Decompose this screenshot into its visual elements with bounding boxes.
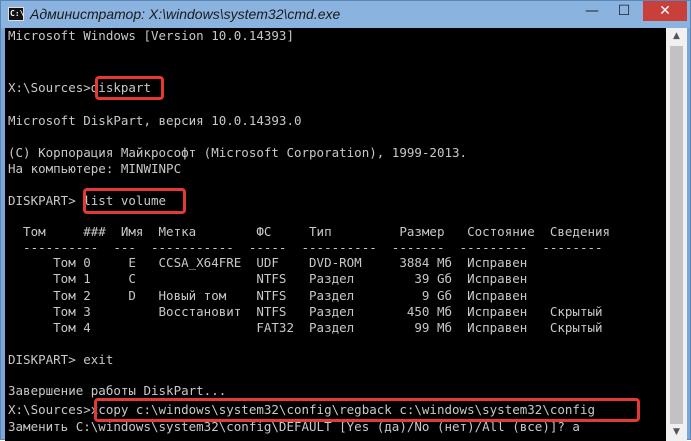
console-line: Завершение работы DiskPart... [8,383,227,398]
scroll-down-arrow-icon[interactable]: ▼ [666,424,687,441]
minimize-button[interactable]: — [577,1,607,21]
table-row: Том 3 Восстановит NTFS Раздел 450 Мб Исп… [8,304,603,319]
console-output[interactable]: Microsoft Windows [Version 10.0.14393] X… [5,28,666,441]
table-row: Том 1 C NTFS Раздел 39 Gб Исправен [8,271,528,286]
cmd-window: C:\ Администратор: X:\windows\system32\c… [0,0,691,441]
maximize-button[interactable]: ☐ [609,1,639,21]
scrollbar-thumb[interactable] [670,46,683,424]
title-bar[interactable]: C:\ Администратор: X:\windows\system32\c… [1,1,690,28]
table-row: Том 0 E CCSA_X64FRE UDF DVD-ROM 3884 Мб … [8,255,528,270]
vertical-scrollbar[interactable]: ▲ ▼ [666,28,687,441]
highlight-box-xcopy [94,398,640,422]
table-header: Том ### Имя Метка ФС Тип Размер Состояни… [8,224,611,239]
console-line: На компьютере: MINWINPC [8,161,182,176]
window-title: Администратор: X:\windows\system32\cmd.e… [30,6,341,22]
highlight-box-list-volume [83,188,186,214]
console-line: DISKPART> exit [8,352,114,367]
highlight-box-diskpart [95,76,164,100]
close-button[interactable]: ✕ [643,1,687,21]
scroll-up-arrow-icon[interactable]: ▲ [666,28,687,45]
table-separator: ---------- --- ----------- ----- -------… [8,240,603,255]
console-line: Microsoft Windows [Version 10.0.14393] [8,28,294,43]
table-row: Том 2 D Новый том NTFS Раздел 9 Gб Испра… [8,288,528,303]
console-line: (C) Корпорация Майкрософт (Microsoft Cor… [8,145,468,160]
cmd-app-icon[interactable]: C:\ [8,7,24,21]
table-row: Том 4 FAT32 Раздел 99 Мб Исправен Скрыты… [8,320,603,335]
console-line: Microsoft DiskPart, версия 10.0.14393.0 [8,113,302,128]
